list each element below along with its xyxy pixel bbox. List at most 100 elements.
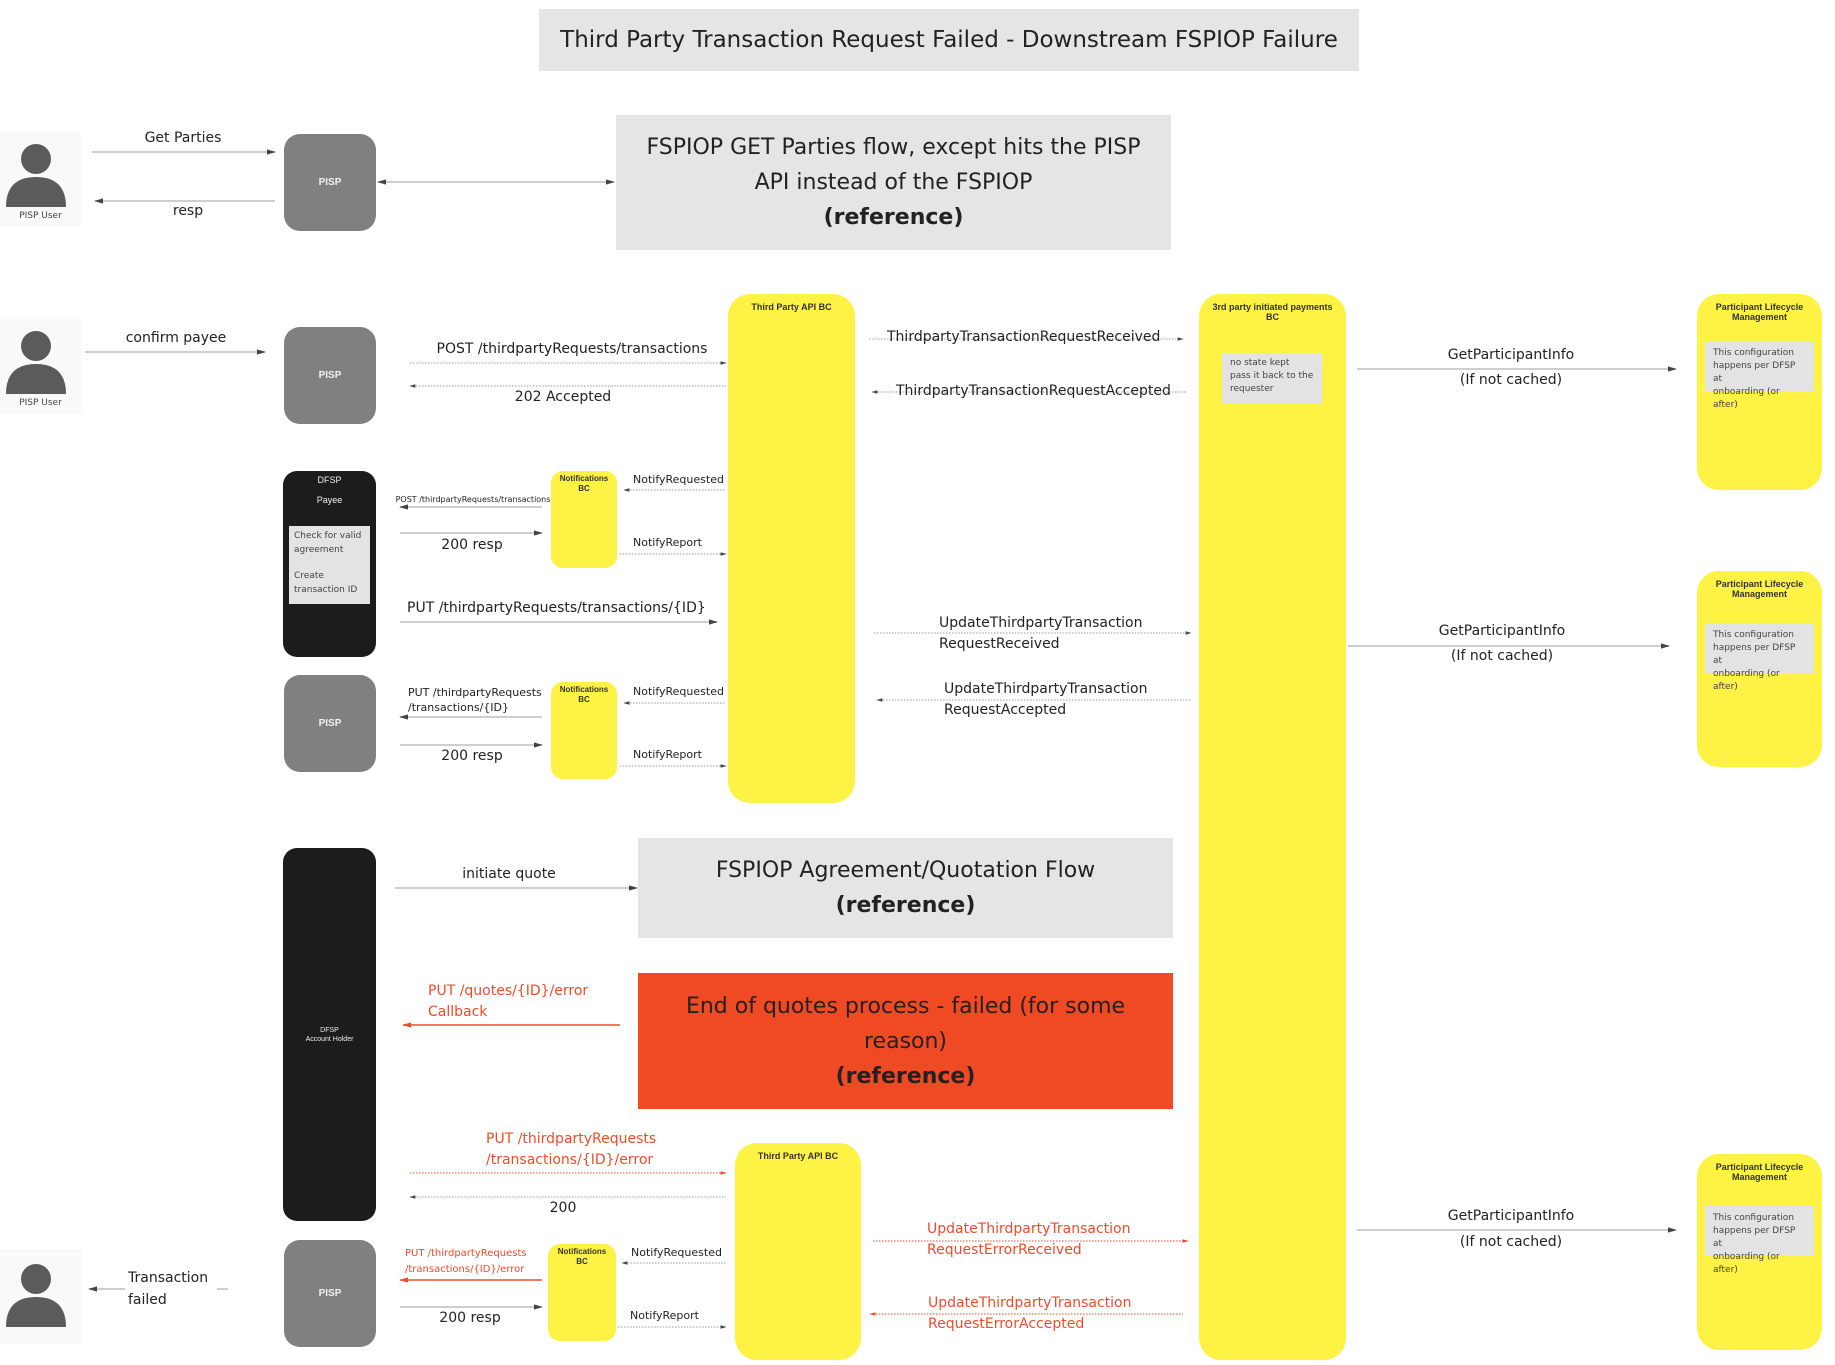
tp-payments-bc-label: 3rd party initiated payments BC — [1199, 302, 1346, 322]
note-line: happens per DFSP at — [1713, 643, 1796, 666]
pisp-user-label: PISP User — [19, 211, 62, 221]
note-line: onboarding (or after) — [1713, 1252, 1780, 1275]
tp-payments-bc-line1: 3rd party initiated payments — [1212, 302, 1333, 312]
msg-202-accepted: 202 Accepted — [514, 389, 612, 405]
msg-tp-request-received: ThirdpartyTransactionRequestReceived — [887, 329, 1161, 345]
notifications-bc-1: Notifications BC — [551, 471, 617, 568]
notifications-bc-2: Notifications BC — [551, 682, 617, 779]
dfsp-account-holder-line1: DFSP — [320, 1026, 339, 1034]
msg-line: RequestReceived — [939, 636, 1060, 652]
msg-line: /transactions/{ID}/error — [405, 1264, 525, 1275]
quotation-ref-line1: FSPIOP Agreement/Quotation Flow — [715, 858, 1096, 883]
dfsp-payee-line1: DFSP — [317, 475, 342, 485]
msg-put-tp-id: PUT /thirdpartyRequests /transactions/{I… — [408, 685, 542, 715]
notifications-bc-line2: BC — [578, 695, 590, 704]
msg-resp: resp — [172, 203, 204, 219]
msg-line: /transactions/{ID}/error — [486, 1152, 654, 1168]
notifications-bc-line2: BC — [576, 1257, 588, 1266]
third-party-api-bc-label: Third Party API BC — [757, 1151, 839, 1161]
notifications-bc-line1: Notifications — [557, 1247, 607, 1256]
note-line: onboarding (or after) — [1713, 669, 1780, 692]
tp-initiated-payments-bc: 3rd party initiated payments BC no state… — [1199, 294, 1346, 1360]
participant-lifecycle-note: This configuration happens per DFSP at o… — [1705, 341, 1814, 410]
msg-line: RequestErrorReceived — [927, 1242, 1082, 1258]
pl-line2: Management — [1731, 312, 1787, 322]
note-line: no state kept — [1230, 358, 1290, 368]
msg-notify-report-1: NotifyReport — [633, 536, 702, 549]
pisp-label: PISP — [318, 177, 342, 188]
msg-line: RequestErrorAccepted — [928, 1316, 1085, 1332]
msg-line: /transactions/{ID} — [408, 701, 509, 714]
msg-line: PUT /thirdpartyRequests — [486, 1131, 657, 1147]
note-line: This configuration — [1713, 1213, 1794, 1223]
msg-post-tp-transactions-small: POST /thirdpartyRequests/transactions — [395, 495, 551, 504]
notifications-bc-line1: Notifications — [559, 474, 609, 483]
third-party-api-bc-bottom: Third Party API BC — [735, 1143, 861, 1360]
diagram-title-text: Third Party Transaction Request Failed -… — [560, 27, 1338, 53]
msg-200-resp-2: 200 resp — [441, 748, 503, 764]
msg-update-error-received: UpdateThirdpartyTransaction RequestError… — [927, 1219, 1131, 1261]
person-icon — [6, 331, 66, 394]
msg-if-not-cached-2: (If not cached) — [1450, 648, 1554, 664]
tp-payments-bc-line2: BC — [1266, 312, 1279, 322]
participant-lifecycle-2: Participant Lifecycle Management This co… — [1697, 571, 1822, 767]
participant-lifecycle-label: Participant Lifecycle Management — [1697, 302, 1822, 322]
msg-notify-report-2: NotifyReport — [633, 748, 702, 761]
dfsp-payee-box: DFSP Payee Check for valid agreement Cre… — [283, 471, 376, 657]
msg-200-resp-1: 200 resp — [441, 537, 503, 553]
msg-update-received: UpdateThirdpartyTransaction RequestRecei… — [939, 613, 1143, 655]
note-line: Check for valid — [294, 531, 362, 541]
msg-put-tp-error-small: PUT /thirdpartyRequests /transactions/{I… — [405, 1246, 527, 1278]
pisp-user-label: PISP User — [19, 398, 62, 408]
participant-lifecycle-3: Participant Lifecycle Management This co… — [1697, 1154, 1822, 1350]
msg-transaction-failed: Transaction failed — [128, 1267, 208, 1311]
msg-get-parties: Get Parties — [144, 130, 222, 146]
pisp-label: PISP — [318, 718, 342, 729]
note-line: Create — [294, 571, 324, 581]
pisp-label: PISP — [318, 370, 342, 381]
notifications-bc-label: Notifications BC — [551, 685, 617, 705]
msg-if-not-cached-1: (If not cached) — [1459, 372, 1563, 388]
pl-line2: Management — [1731, 1172, 1787, 1182]
quotes-failed-ref-line2: reason) — [863, 1028, 948, 1054]
msg-get-participant-info-1: GetParticipantInfo — [1447, 347, 1575, 363]
participant-lifecycle-note: This configuration happens per DFSP at o… — [1705, 1206, 1814, 1275]
participant-lifecycle-label: Participant Lifecycle Management — [1697, 579, 1822, 599]
quotes-failed-ref-tag: (reference) — [835, 1063, 976, 1089]
notifications-bc-label: Notifications BC — [551, 474, 617, 494]
pl-line1: Participant Lifecycle — [1715, 579, 1804, 589]
msg-line: RequestAccepted — [944, 702, 1067, 718]
msg-line: PUT /thirdpartyRequests — [405, 1248, 527, 1259]
note-line: happens per DFSP at — [1713, 361, 1796, 384]
notifications-bc-label: Notifications BC — [548, 1247, 616, 1267]
pl-line1: Participant Lifecycle — [1715, 1162, 1804, 1172]
msg-initiate-quote: initiate quote — [462, 866, 556, 882]
msg-post-tp-transactions: POST /thirdpartyRequests/transactions — [436, 341, 708, 357]
pisp-box-3: PISP — [284, 675, 376, 772]
msg-put-quotes-error: PUT /quotes/{ID}/error Callback — [428, 981, 588, 1023]
dfsp-payee-line2: Payee — [316, 495, 343, 505]
msg-line: UpdateThirdpartyTransaction — [928, 1295, 1132, 1311]
msg-if-not-cached-3: (If not cached) — [1459, 1234, 1563, 1250]
note-line: onboarding (or after) — [1713, 387, 1780, 410]
participant-lifecycle-1: Participant Lifecycle Management This co… — [1697, 294, 1822, 490]
get-parties-ref-tag: (reference) — [823, 205, 964, 230]
msg-line: UpdateThirdpartyTransaction — [944, 681, 1148, 697]
msg-line: PUT /quotes/{ID}/error — [428, 983, 589, 999]
msg-update-accepted: UpdateThirdpartyTransaction RequestAccep… — [944, 679, 1148, 721]
pisp-user-2: PISP User — [0, 319, 81, 414]
quotes-failed-ref-line1: End of quotes process - failed (for some — [685, 993, 1126, 1019]
note-line: transaction ID — [294, 585, 358, 595]
person-icon — [6, 144, 66, 207]
dfsp-account-holder-box: DFSP Account Holder — [283, 848, 376, 1221]
note-line: requester — [1230, 384, 1274, 394]
notifications-bc-line1: Notifications — [559, 685, 609, 694]
get-parties-ref-line2: API instead of the FSPIOP — [754, 170, 1033, 195]
notifications-bc-line2: BC — [578, 484, 590, 493]
quotation-reference-box: FSPIOP Agreement/Quotation Flow (referen… — [638, 838, 1173, 938]
msg-get-participant-info-3: GetParticipantInfo — [1447, 1208, 1575, 1224]
msg-200-resp-3: 200 resp — [439, 1310, 501, 1326]
quotes-failed-reference-box: End of quotes process - failed (for some… — [638, 973, 1173, 1109]
dfsp-account-holder-line2: Account Holder — [305, 1035, 354, 1043]
msg-notify-requested-3: NotifyRequested — [631, 1246, 722, 1259]
